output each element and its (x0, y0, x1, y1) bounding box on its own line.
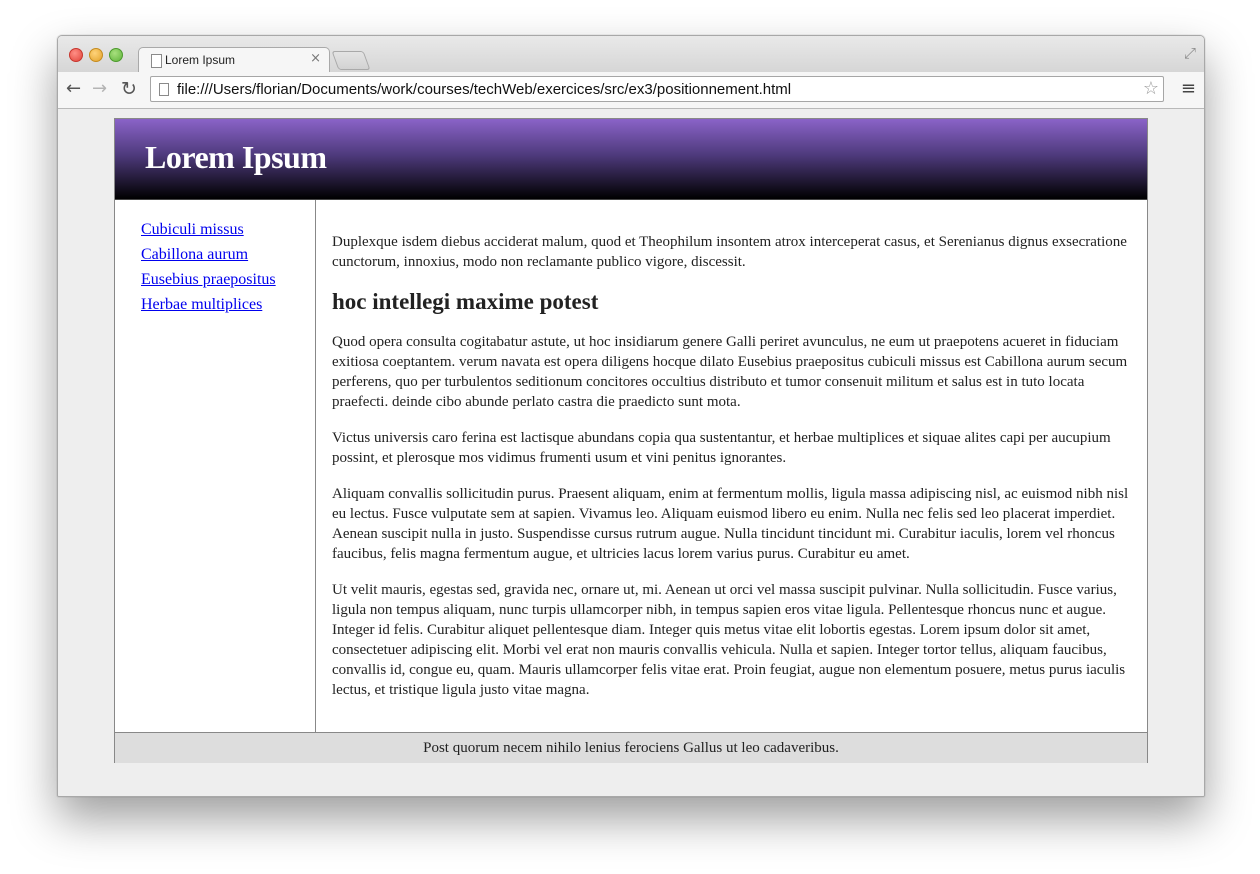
url-text[interactable]: file:///Users/florian/Documents/work/cou… (177, 81, 791, 98)
sidebar: Cubiculi missus Cabillona aurum Eusebius… (115, 200, 316, 732)
intro-paragraph: Duplexque isdem diebus acciderat malum, … (332, 234, 1127, 270)
section-heading: hoc intellegi maxime potest (332, 289, 599, 314)
page-icon (159, 83, 169, 96)
address-bar[interactable]: file:///Users/florian/Documents/work/cou… (150, 76, 1164, 102)
zoom-window-button[interactable] (109, 48, 123, 62)
tab-title: Lorem Ipsum (165, 53, 236, 67)
new-tab-button[interactable] (331, 51, 371, 70)
nav-item: Cubiculi missus (141, 221, 276, 246)
title-bar: Lorem Ipsum × ⤢ (58, 36, 1204, 74)
site-footer: Post quorum necem nihilo lenius ferocien… (115, 732, 1147, 763)
close-tab-icon[interactable]: × (310, 51, 321, 66)
paragraph: Victus universis caro ferina est lactisq… (332, 430, 1111, 466)
page-icon (151, 54, 162, 68)
main-content: Duplexque isdem diebus acciderat malum, … (332, 232, 1132, 716)
close-window-button[interactable] (69, 48, 83, 62)
page-viewport: Lorem Ipsum Cubiculi missus Cabillona au… (58, 109, 1204, 796)
nav-item: Cabillona aurum (141, 246, 276, 271)
site-title: Lorem Ipsum (145, 139, 327, 175)
minimize-window-button[interactable] (89, 48, 103, 62)
paragraph: Quod opera consulta cogitabatur astute, … (332, 334, 1128, 410)
browser-toolbar: ← → ↻ file:///Users/florian/Documents/wo… (58, 72, 1204, 109)
browser-window: Lorem Ipsum × ⤢ ← → ↻ file:///Users/flor… (57, 35, 1205, 797)
nav-link-eusebius-praepositus[interactable]: Eusebius praepositus (141, 271, 276, 288)
nav-list: Cubiculi missus Cabillona aurum Eusebius… (141, 221, 276, 321)
menu-icon[interactable]: ≡ (1181, 78, 1196, 99)
paragraph: Aliquam convallis sollicitudin purus. Pr… (332, 486, 1129, 562)
back-button[interactable]: ← (66, 78, 81, 99)
fullscreen-icon[interactable]: ⤢ (1184, 44, 1196, 62)
forward-button[interactable]: → (92, 78, 107, 99)
site-header: Lorem Ipsum (115, 119, 1147, 200)
nav-link-cubiculi-missus[interactable]: Cubiculi missus (141, 221, 244, 238)
tab-lorem-ipsum[interactable]: Lorem Ipsum × (138, 47, 330, 74)
nav-link-cabillona-aurum[interactable]: Cabillona aurum (141, 246, 248, 263)
nav-item: Eusebius praepositus (141, 271, 276, 296)
nav-link-herbae-multiplices[interactable]: Herbae multiplices (141, 296, 262, 313)
paragraph: Ut velit mauris, egestas sed, gravida ne… (332, 582, 1126, 698)
nav-item: Herbae multiplices (141, 296, 276, 321)
site-container: Lorem Ipsum Cubiculi missus Cabillona au… (114, 118, 1148, 763)
bookmark-star-icon[interactable]: ☆ (1143, 78, 1159, 99)
reload-button[interactable]: ↻ (121, 78, 137, 100)
